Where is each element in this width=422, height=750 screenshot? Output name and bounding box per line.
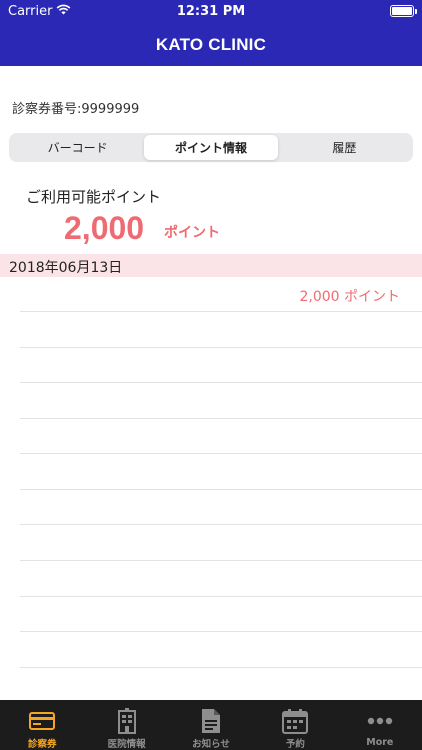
segment-history-label: 履歴	[332, 141, 357, 155]
list-divider	[20, 382, 422, 383]
segment-barcode-label: バーコード	[47, 141, 108, 155]
list-divider	[20, 524, 422, 525]
list-divider	[20, 667, 422, 668]
segment-point-info[interactable]: ポイント情報	[144, 135, 278, 160]
tab-clinic-info-label: 医院情報	[107, 739, 146, 750]
nav-header: Carrier 12:31 PM KATO CLINIC	[0, 0, 422, 66]
tab-more-label: More	[366, 737, 394, 748]
history-date-header: 2018年06月13日	[0, 254, 422, 277]
tab-card[interactable]: 診察券	[0, 700, 84, 750]
history-date: 2018年06月13日	[9, 260, 123, 276]
tab-notices-label: お知らせ	[192, 739, 230, 750]
tab-notices[interactable]: お知らせ	[169, 700, 253, 750]
tab-reservation[interactable]: 予約	[253, 700, 337, 750]
page-title: KATO CLINIC	[155, 35, 267, 54]
segmented-control: バーコード ポイント情報 履歴	[9, 133, 413, 162]
list-divider	[20, 596, 422, 597]
history-amount[interactable]: 2,000 ポイント	[299, 286, 400, 306]
available-points-unit: ポイント	[164, 225, 220, 241]
available-points-label: ご利用可能ポイント	[26, 188, 162, 206]
card-icon	[28, 707, 56, 734]
more-dots-icon	[366, 707, 394, 735]
list-divider	[20, 311, 422, 312]
available-points-value: 2,000	[64, 210, 145, 246]
tab-more[interactable]: More	[338, 700, 422, 750]
segment-point-info-label: ポイント情報	[174, 141, 247, 155]
status-bar: Carrier 12:31 PM	[0, 0, 422, 24]
battery-icon	[390, 5, 417, 17]
list-divider	[20, 418, 422, 419]
tab-card-label: 診察券	[27, 739, 57, 750]
list-divider	[20, 347, 422, 348]
segment-history[interactable]: 履歴	[278, 135, 411, 160]
calendar-icon	[281, 707, 309, 734]
clinic-building-icon	[113, 707, 141, 734]
list-divider	[20, 560, 422, 561]
tab-bar: 診察券 医院情報 お知らせ 予約 More	[0, 700, 422, 750]
list-divider	[20, 631, 422, 632]
list-divider	[20, 453, 422, 454]
document-icon	[197, 707, 225, 734]
list-divider	[20, 489, 422, 490]
status-time: 12:31 PM	[176, 4, 246, 19]
segment-barcode[interactable]: バーコード	[11, 135, 144, 160]
tab-clinic-info[interactable]: 医院情報	[84, 700, 168, 750]
card-number-label: 診察券番号:9999999	[12, 102, 140, 117]
tab-reservation-label: 予約	[285, 739, 305, 750]
